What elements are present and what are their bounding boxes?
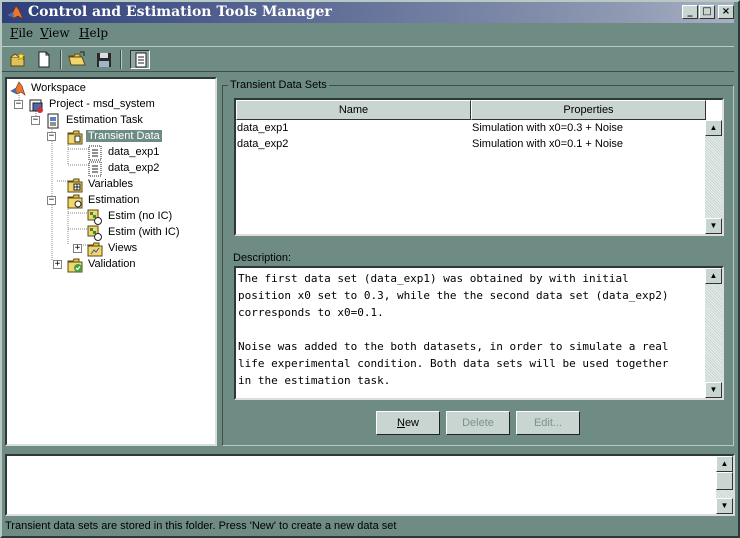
table-cell-name[interactable]: data_exp1 — [237, 122, 288, 138]
column-header-properties[interactable]: Properties — [471, 100, 706, 120]
delete-button[interactable]: Delete — [446, 411, 510, 435]
toolbar — [2, 46, 734, 72]
description-scrollbar[interactable]: ▲ ▼ — [705, 268, 722, 398]
new-project-icon[interactable] — [8, 50, 28, 69]
views-folder-icon — [87, 241, 103, 257]
scroll-up-icon[interactable]: ▲ — [705, 268, 722, 284]
table-cell-properties[interactable]: Simulation with x0=0.1 + Noise — [472, 138, 623, 154]
close-button[interactable]: × — [718, 5, 734, 19]
explorer-tree[interactable]: Workspace − Project - msd_system − Estim… — [5, 77, 217, 446]
estimator-icon — [87, 209, 103, 225]
description-label: Description: — [233, 252, 292, 264]
data-folder-icon — [67, 129, 83, 145]
save-icon[interactable] — [94, 50, 114, 69]
collapse-expander[interactable]: − — [14, 100, 23, 109]
new-button[interactable]: New — [376, 411, 440, 435]
matlab-logo-icon — [10, 81, 26, 97]
toggle-view-icon[interactable] — [130, 50, 150, 69]
menu-file[interactable]: File — [10, 26, 33, 40]
matlab-logo-icon — [6, 4, 24, 21]
collapse-expander[interactable]: − — [47, 132, 56, 141]
console-output[interactable]: ▲ ▼ — [5, 454, 735, 516]
expand-expander[interactable]: + — [73, 244, 82, 253]
open-folder-icon[interactable] — [67, 50, 87, 69]
menu-help[interactable]: Help — [79, 26, 108, 40]
scroll-up-icon[interactable]: ▲ — [716, 456, 733, 472]
toolbar-separator — [60, 50, 62, 69]
estimator-icon — [87, 225, 103, 241]
datasets-table[interactable]: Name Properties data_exp1 Simulation wit… — [234, 98, 724, 236]
collapse-expander[interactable]: − — [47, 196, 56, 205]
group-title: Transient Data Sets — [228, 79, 329, 91]
dataset-icon — [87, 145, 103, 161]
column-header-name[interactable]: Name — [236, 100, 471, 120]
task-document-icon — [45, 113, 61, 129]
toolbar-separator — [120, 50, 122, 69]
description-textarea[interactable]: The first data set (data_exp1) was obtai… — [234, 266, 724, 400]
window-title: Control and Estimation Tools Manager — [28, 4, 332, 20]
dataset-icon — [87, 161, 103, 177]
maximize-button[interactable]: □ — [699, 5, 715, 19]
title-bar[interactable]: Control and Estimation Tools Manager _ □… — [2, 2, 734, 23]
new-file-icon[interactable] — [34, 50, 54, 69]
scroll-down-icon[interactable]: ▼ — [705, 218, 722, 234]
table-cell-name[interactable]: data_exp2 — [237, 138, 288, 154]
minimize-button[interactable]: _ — [682, 5, 698, 19]
estimation-folder-icon — [67, 193, 83, 209]
description-text: The first data set (data_exp1) was obtai… — [238, 272, 669, 387]
table-cell-properties[interactable]: Simulation with x0=0.3 + Noise — [472, 122, 623, 138]
project-icon — [28, 97, 44, 113]
edit-button[interactable]: Edit... — [516, 411, 580, 435]
validation-folder-icon — [67, 257, 83, 273]
variables-folder-icon — [67, 177, 83, 193]
table-scrollbar[interactable]: ▲ ▼ — [705, 120, 722, 234]
scroll-down-icon[interactable]: ▼ — [705, 382, 722, 398]
status-bar: Transient data sets are stored in this f… — [5, 520, 397, 532]
scroll-down-icon[interactable]: ▼ — [716, 498, 733, 514]
scroll-thumb[interactable] — [716, 472, 733, 490]
console-scrollbar[interactable]: ▲ ▼ — [716, 456, 733, 514]
expand-expander[interactable]: + — [53, 260, 62, 269]
collapse-expander[interactable]: − — [31, 116, 40, 125]
menu-view[interactable]: View — [40, 26, 70, 40]
menu-bar: File View Help — [2, 24, 734, 44]
scroll-up-icon[interactable]: ▲ — [705, 120, 722, 136]
